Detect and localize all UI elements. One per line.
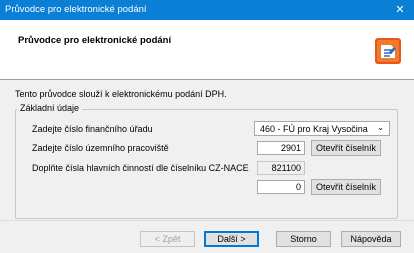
wizard-content: Tento průvodce slouží k elektronickému p… <box>0 80 414 220</box>
cancel-label: Storno <box>290 234 317 244</box>
nace-label: Doplňte čísla hlavních činností dle číse… <box>32 163 249 173</box>
help-label: Nápověda <box>350 234 392 244</box>
workplace-input[interactable]: 2901 <box>257 141 305 155</box>
open-register-label-1: Otevřít číselník <box>315 143 377 153</box>
open-register-button-1[interactable]: Otevřít číselník <box>311 140 381 156</box>
cancel-button[interactable]: Storno <box>276 231 331 247</box>
wizard-header: Průvodce pro elektronické podání <box>0 20 414 80</box>
intro-text: Tento průvodce slouží k elektronickému p… <box>15 89 227 99</box>
office-label: Zadejte číslo finančního úřadu <box>32 124 153 134</box>
group-label: Základní údaje <box>17 103 83 113</box>
back-label: < Zpět <box>154 234 181 244</box>
office-select[interactable]: 460 - FÚ pro Kraj Vysočina ⌄ <box>254 121 390 136</box>
help-button[interactable]: Nápověda <box>341 231 401 247</box>
chevron-down-icon: ⌄ <box>377 123 384 132</box>
next-button[interactable]: Další > <box>204 231 259 247</box>
header-title: Průvodce pro elektronické podání <box>18 35 172 46</box>
nace-input[interactable]: 821100 <box>257 161 305 175</box>
workplace-label: Zadejte číslo územního pracoviště <box>32 143 169 153</box>
footer-divider <box>0 220 414 221</box>
office-select-value: 460 - FÚ pro Kraj Vysočina <box>260 124 368 134</box>
close-icon[interactable]: ✕ <box>386 0 414 20</box>
title-bar: Průvodce pro elektronické podání ✕ <box>0 0 414 20</box>
nace-extra-input[interactable]: 0 <box>257 180 305 194</box>
wizard-logo-icon <box>375 38 401 64</box>
open-register-label-2: Otevřít číselník <box>315 182 377 192</box>
open-register-button-2[interactable]: Otevřít číselník <box>311 179 381 195</box>
next-label: Další > <box>217 234 246 244</box>
window-title: Průvodce pro elektronické podání <box>5 4 147 15</box>
back-button[interactable]: < Zpět <box>140 231 195 247</box>
